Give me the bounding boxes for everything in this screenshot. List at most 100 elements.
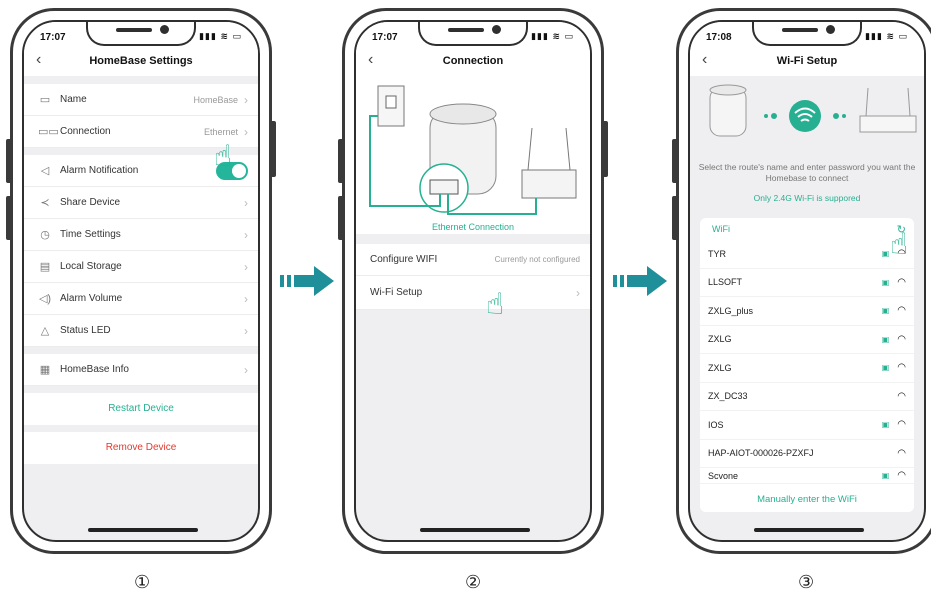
status-time: 17:07 [40, 32, 66, 43]
row-label: Alarm Volume [60, 293, 123, 304]
page-title: Connection [442, 55, 504, 67]
page-title: HomeBase Settings [89, 55, 193, 67]
wifi-setup-row[interactable]: Wi-Fi Setup › [356, 276, 590, 310]
status-icons: ▮▮▮ ≋ ▭ [199, 31, 242, 41]
chevron-right-icon: › [244, 291, 248, 306]
chevron-right-icon: › [244, 227, 248, 242]
speaker-icon: ◁) [38, 293, 52, 305]
wifi-signal-icon: ◠ [897, 419, 906, 431]
wifi-signal-icon: ◠ [897, 333, 906, 345]
wifi-network-row[interactable]: ZX_DC33 ◠ [700, 382, 914, 411]
connection-icon: ▭▭ [38, 126, 59, 138]
network-name: ZXLG [708, 362, 732, 373]
notch [86, 22, 196, 46]
network-name: Scvone [708, 470, 739, 481]
row-label: Wi-Fi Setup [370, 287, 423, 298]
wifi-network-row[interactable]: ZXLG ▣ ◠ [700, 325, 914, 354]
bell-icon: △ [40, 325, 50, 337]
wifi-signal-icon: ◠ [897, 470, 906, 481]
connection-options: Configure WIFI Currently not configured … [356, 244, 590, 310]
send-icon: ◁ [40, 165, 50, 177]
wifi-signal-icon: ◠ [897, 362, 906, 374]
next-step-arrow [280, 266, 334, 296]
screen-homebase-settings: 17:07 ▮▮▮ ≋ ▭ ‹ HomeBase Settings ▭ Name… [22, 20, 260, 542]
row-value: HomeBase [193, 94, 238, 105]
ethernet-illustration: Ethernet Connection [356, 76, 590, 234]
illustration-caption: Ethernet Connection [431, 222, 515, 232]
lock-icon: ▣ [881, 306, 890, 316]
row-label: Time Settings [60, 229, 121, 240]
settings-row-time-settings[interactable]: ◷ Time Settings › [24, 219, 258, 251]
lock-icon: ▣ [881, 334, 890, 344]
settings-row-homebase-info[interactable]: ▦ HomeBase Info › [24, 354, 258, 386]
settings-row-share-device[interactable]: ≺ Share Device › [24, 187, 258, 219]
settings-row-local-storage[interactable]: ▤ Local Storage › [24, 251, 258, 283]
chevron-right-icon: › [244, 259, 248, 274]
restart-device-button[interactable]: Restart Device [24, 393, 258, 425]
remove-device-button[interactable]: Remove Device [24, 432, 258, 464]
wifi-signal-icon: ◠ [897, 447, 906, 459]
phone-frame-wifi-setup: 17:08 ▮▮▮ ≋ ▭ ‹ Wi-Fi Setup Select the r… [672, 8, 931, 554]
lock-icon: ▣ [881, 249, 890, 259]
chevron-right-icon: › [244, 124, 248, 139]
screen-wifi-setup: 17:08 ▮▮▮ ≋ ▭ ‹ Wi-Fi Setup Select the r… [688, 20, 926, 542]
wifi-network-row[interactable]: LLSOFT ▣ ◠ [700, 268, 914, 297]
row-label: Alarm Notification [60, 165, 139, 176]
wifi-list-card: WiFi ↻ TYR ▣ ◠ LLSOFT ▣ ◠ ZXLG_plus ▣ ◠ … [700, 218, 914, 512]
wifi-network-row[interactable]: TYR ▣ ◠ [700, 240, 914, 269]
wifi-network-row[interactable]: ZXLG ▣ ◠ [700, 354, 914, 383]
screen-connection: 17:07 ▮▮▮ ≋ ▭ ‹ Connection Ethernet Conn… [354, 20, 592, 542]
chevron-right-icon: › [576, 285, 580, 300]
step-number-3: ③ [798, 572, 815, 592]
phone-frame-settings: 17:07 ▮▮▮ ≋ ▭ ‹ HomeBase Settings ▭ Name… [6, 8, 276, 554]
wifi-network-row[interactable]: Scvone ▣ ◠ [700, 468, 914, 484]
phone-frame-connection: 17:07 ▮▮▮ ≋ ▭ ‹ Connection Ethernet Conn… [338, 8, 608, 554]
status-icons: ▮▮▮ ≋ ▭ [865, 31, 908, 41]
next-step-arrow [613, 266, 667, 296]
back-icon[interactable]: ‹ [36, 51, 41, 69]
nav-bar: ‹ HomeBase Settings [24, 46, 258, 76]
page-title: Wi-Fi Setup [776, 55, 838, 67]
lock-icon: ▣ [881, 471, 890, 480]
lock-icon: ▣ [881, 420, 890, 430]
step-number-1: ① [134, 572, 151, 592]
wifi-list-header: WiFi ↻ [700, 218, 914, 240]
share-icon: ≺ [40, 197, 50, 209]
status-time: 17:08 [706, 32, 732, 43]
home-indicator [88, 528, 198, 532]
settings-row-status-led[interactable]: △ Status LED › [24, 315, 258, 347]
instruction-text: Select the route's name and enter passwo… [698, 162, 916, 183]
settings-row-alarm-volume[interactable]: ◁) Alarm Volume › [24, 283, 258, 315]
wifi-signal-icon: ◠ [897, 390, 906, 402]
configure-wifi-row: Configure WIFI Currently not configured [356, 244, 590, 276]
network-name: IOS [708, 419, 724, 430]
info-card-icon: ▦ [39, 364, 51, 376]
ethernet-diagram-icon [369, 85, 577, 215]
configure-status: Currently not configured [494, 255, 580, 264]
row-label: Local Storage [60, 261, 122, 272]
name-icon: ▭ [39, 94, 51, 106]
manual-wifi-button[interactable]: Manually enter the WiFi [700, 488, 914, 512]
back-icon[interactable]: ‹ [368, 51, 373, 69]
chevron-right-icon: › [244, 362, 248, 377]
wifi-network-row[interactable]: ZXLG_plus ▣ ◠ [700, 297, 914, 326]
wifi-network-row[interactable]: HAP-AIOT-000026-PZXFJ ◠ [700, 439, 914, 468]
tap-hand-icon: ☝ [486, 288, 505, 321]
row-label: Connection [60, 126, 111, 137]
status-icons: ▮▮▮ ≋ ▭ [531, 31, 574, 41]
pairing-illustration [690, 82, 924, 156]
settings-row-name[interactable]: ▭ Name HomeBase › [24, 84, 258, 116]
network-name: HAP-AIOT-000026-PZXFJ [708, 448, 814, 459]
network-name: ZXLG_plus [708, 305, 754, 316]
nav-bar: ‹ Connection [356, 46, 590, 76]
network-name: ZXLG [708, 334, 732, 345]
wifi-signal-icon: ◠ [897, 305, 906, 317]
wifi-network-row[interactable]: IOS ▣ ◠ [700, 411, 914, 440]
notch [752, 22, 862, 46]
row-label: Configure WIFI [370, 254, 438, 265]
back-icon[interactable]: ‹ [702, 51, 707, 69]
row-label: Name [60, 94, 87, 105]
step-number-2: ② [465, 572, 482, 592]
row-label: Share Device [60, 197, 121, 208]
tap-hand-icon: ☝ [214, 140, 233, 173]
